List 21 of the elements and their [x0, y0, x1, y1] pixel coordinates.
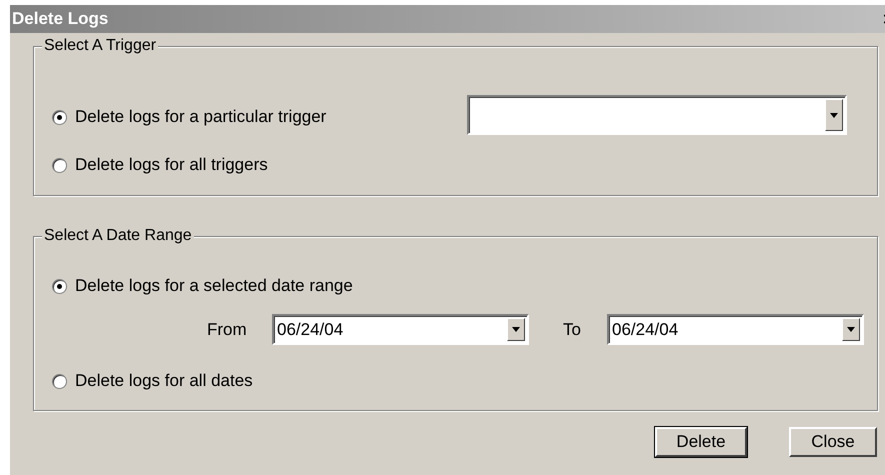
radio-button[interactable]	[52, 374, 67, 388]
radio-button[interactable]	[52, 158, 67, 172]
radio-button[interactable]	[52, 110, 67, 124]
radio-label: Delete logs for all triggers	[75, 155, 268, 175]
field-label: From	[207, 319, 247, 341]
window-title: Delete Logs	[12, 8, 108, 30]
dropdown-arrow-icon	[512, 327, 520, 332]
radio-button[interactable]	[52, 278, 67, 294]
dropdown-field[interactable]	[467, 95, 847, 135]
radio-label: Delete logs for all dates	[75, 371, 253, 391]
radio-label: Delete logs for a particular trigger	[75, 107, 326, 127]
field-label: To	[563, 319, 581, 341]
dropdown-field[interactable]: 06/24/04	[272, 314, 529, 345]
group-legend: Select A Trigger	[42, 36, 158, 56]
dropdown-arrow-icon	[847, 327, 855, 332]
dialog-button[interactable]: Delete	[655, 427, 747, 457]
group-legend: Select A Date Range	[42, 226, 194, 246]
dropdown-field[interactable]: 06/24/04	[607, 314, 864, 345]
radio-label: Delete logs for a selected date range	[75, 276, 353, 296]
dropdown-arrow-icon	[830, 112, 838, 118]
dialog-button[interactable]: Close	[789, 427, 877, 457]
